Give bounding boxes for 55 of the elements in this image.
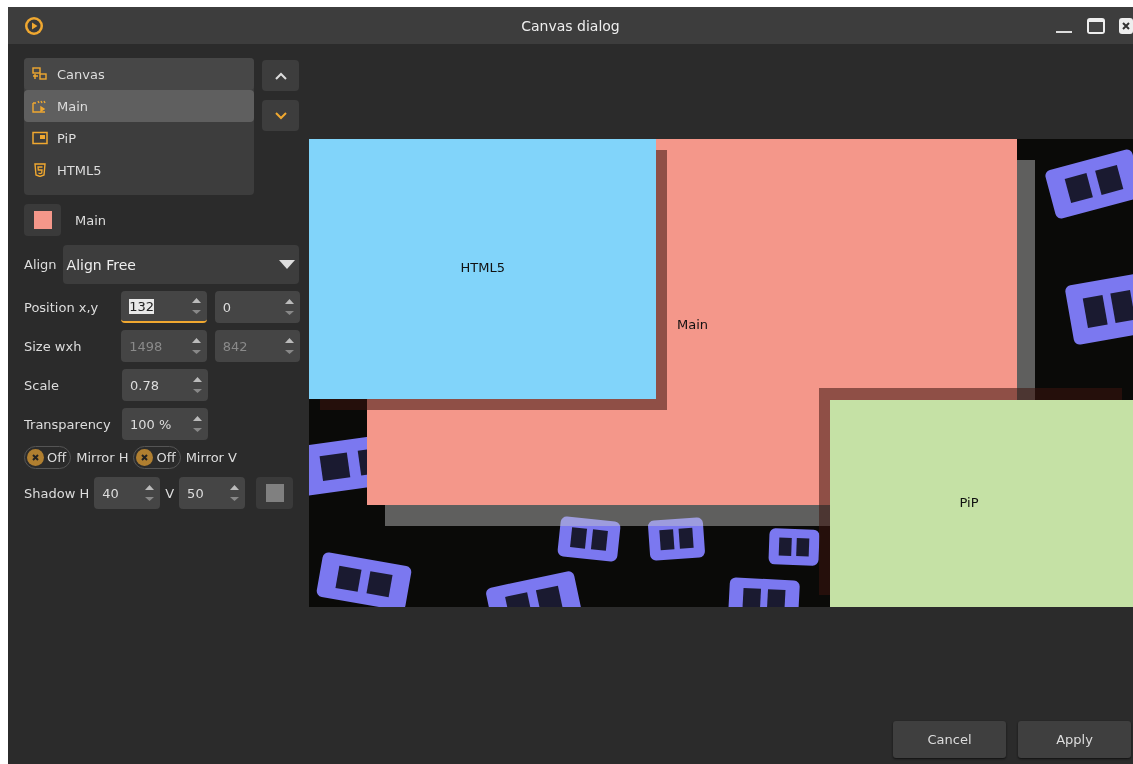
mirror-label: Mirror V	[185, 450, 237, 465]
layer-item[interactable]: PiP	[24, 122, 254, 154]
dialog-button[interactable]: Cancel	[893, 721, 1006, 758]
layer-color-button[interactable]	[24, 204, 61, 236]
field-label: Position x,y	[24, 299, 100, 315]
spin-down-icon[interactable]	[193, 389, 202, 393]
close-icon[interactable]	[1119, 16, 1133, 35]
x-circle-icon	[27, 449, 44, 466]
dialog-button[interactable]: Apply	[1018, 721, 1131, 758]
shadow-v-label: V	[165, 485, 175, 501]
spin-field[interactable]: 0	[214, 291, 300, 323]
spin-down-icon[interactable]	[193, 428, 202, 432]
align-dropdown[interactable]: Align Free	[62, 245, 299, 284]
spin-field[interactable]: 50	[179, 477, 246, 509]
spin-field[interactable]: 0.78	[122, 369, 208, 401]
field-label: Transparency	[24, 416, 112, 432]
chevron-down-icon	[273, 110, 288, 121]
window-title: Canvas dialog	[521, 17, 620, 34]
layer-item[interactable]: Main	[24, 90, 254, 122]
layer-label: Main	[677, 317, 709, 332]
layer-label: PiP	[959, 494, 979, 510]
layer-item[interactable]: HTML5	[24, 154, 254, 186]
move-down-button[interactable]	[262, 100, 299, 131]
spin-down-icon[interactable]	[230, 497, 240, 501]
canvas-icon	[32, 67, 48, 81]
spin-field[interactable]: 40	[94, 477, 161, 509]
play-logo-icon	[24, 15, 44, 36]
align-label: Align	[24, 257, 57, 272]
layer-label: HTML5	[460, 260, 505, 275]
pip-icon	[32, 131, 48, 145]
spin-down-icon[interactable]	[285, 311, 294, 315]
maximize-icon[interactable]	[1086, 16, 1106, 35]
mirror-label: Mirror H	[76, 450, 129, 465]
shadow-label: Shadow H	[24, 485, 90, 501]
spin-down-icon[interactable]	[191, 310, 201, 314]
field-label: Size wxh	[24, 338, 83, 354]
chevron-up-icon	[273, 70, 288, 81]
layer-item[interactable]: Canvas	[24, 58, 254, 90]
move-up-button[interactable]	[262, 60, 299, 91]
spin-field[interactable]: 100 %	[122, 408, 208, 440]
shadow-color-button[interactable]	[256, 477, 294, 509]
x-circle-icon	[136, 449, 154, 466]
spin-up-icon[interactable]	[285, 299, 294, 304]
spin-up-icon[interactable]	[193, 416, 202, 421]
clapper-icon	[32, 99, 48, 113]
spin-up-icon[interactable]	[191, 298, 201, 303]
spin-up-icon[interactable]	[230, 485, 240, 490]
spin-up-icon[interactable]	[145, 485, 155, 490]
spin-field[interactable]: 132	[121, 291, 207, 323]
html5-shield-icon	[32, 163, 48, 177]
spin-down-icon[interactable]	[145, 497, 155, 501]
dropdown-arrow-icon	[278, 260, 295, 269]
layer-name: Main	[75, 212, 107, 228]
field-label: Scale	[24, 377, 60, 393]
spin-up-icon[interactable]	[193, 377, 202, 382]
